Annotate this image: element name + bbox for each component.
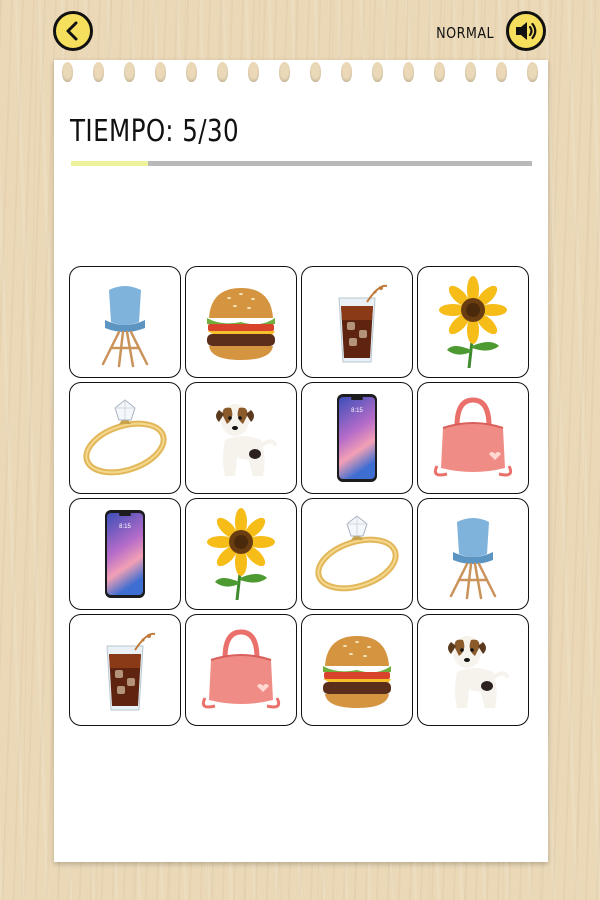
binder-hole xyxy=(434,62,445,82)
handbag-icon xyxy=(201,629,281,709)
svg-text:8:15: 8:15 xyxy=(351,408,363,414)
difficulty-label: NORMAL xyxy=(436,24,494,42)
binder-hole xyxy=(310,62,321,82)
memory-card[interactable] xyxy=(185,498,297,610)
binder-hole xyxy=(217,62,228,82)
memory-card[interactable] xyxy=(301,266,413,378)
memory-card[interactable] xyxy=(417,498,529,610)
phone-icon: 8:15 xyxy=(337,394,377,482)
binder-hole xyxy=(62,62,73,82)
cola-icon xyxy=(106,632,156,711)
memory-card[interactable] xyxy=(185,382,297,494)
memory-card[interactable] xyxy=(417,382,529,494)
memory-card[interactable] xyxy=(185,614,297,726)
sunflower-icon xyxy=(439,276,507,369)
memory-card[interactable] xyxy=(185,266,297,378)
burger-icon xyxy=(323,636,391,708)
binder-hole xyxy=(465,62,476,82)
sound-button[interactable] xyxy=(506,11,546,51)
binder-hole xyxy=(279,62,290,82)
notepad-sheet: TIEMPO: 5/30 8:15 8:15 xyxy=(54,60,548,862)
binder-hole xyxy=(403,62,414,82)
chair-icon xyxy=(449,518,497,600)
memory-card[interactable] xyxy=(69,382,181,494)
binder-hole xyxy=(186,62,197,82)
binder-hole xyxy=(372,62,383,82)
memory-card-grid: 8:15 8:15 xyxy=(69,266,529,726)
timer-progress-track xyxy=(71,161,532,166)
memory-card[interactable] xyxy=(69,614,181,726)
back-button[interactable] xyxy=(53,11,93,51)
ring-icon xyxy=(83,399,167,476)
timer-label: TIEMPO: 5/30 xyxy=(70,114,240,149)
speaker-icon xyxy=(516,22,537,40)
binder-hole xyxy=(248,62,259,82)
memory-card[interactable] xyxy=(301,614,413,726)
timer-progress-fill xyxy=(71,161,148,166)
binder-hole xyxy=(496,62,507,82)
binder-hole xyxy=(341,62,352,82)
memory-card[interactable]: 8:15 xyxy=(301,382,413,494)
sunflower-icon xyxy=(207,508,275,601)
dog-icon xyxy=(216,404,277,476)
chevron-left-icon xyxy=(66,21,78,41)
memory-card[interactable] xyxy=(417,614,529,726)
memory-card[interactable] xyxy=(301,498,413,610)
burger-icon xyxy=(207,288,275,360)
memory-card[interactable] xyxy=(69,266,181,378)
handbag-icon xyxy=(433,397,513,477)
dog-icon xyxy=(448,636,509,708)
binder-hole xyxy=(155,62,166,82)
binder-hole xyxy=(124,62,135,82)
binder-holes xyxy=(54,60,548,90)
binder-hole xyxy=(93,62,104,82)
ring-icon xyxy=(315,515,399,592)
memory-card[interactable] xyxy=(417,266,529,378)
phone-icon: 8:15 xyxy=(105,510,145,598)
cola-icon xyxy=(338,284,388,363)
chair-icon xyxy=(101,286,149,368)
memory-card[interactable]: 8:15 xyxy=(69,498,181,610)
binder-hole xyxy=(527,62,538,82)
svg-text:8:15: 8:15 xyxy=(119,524,131,530)
